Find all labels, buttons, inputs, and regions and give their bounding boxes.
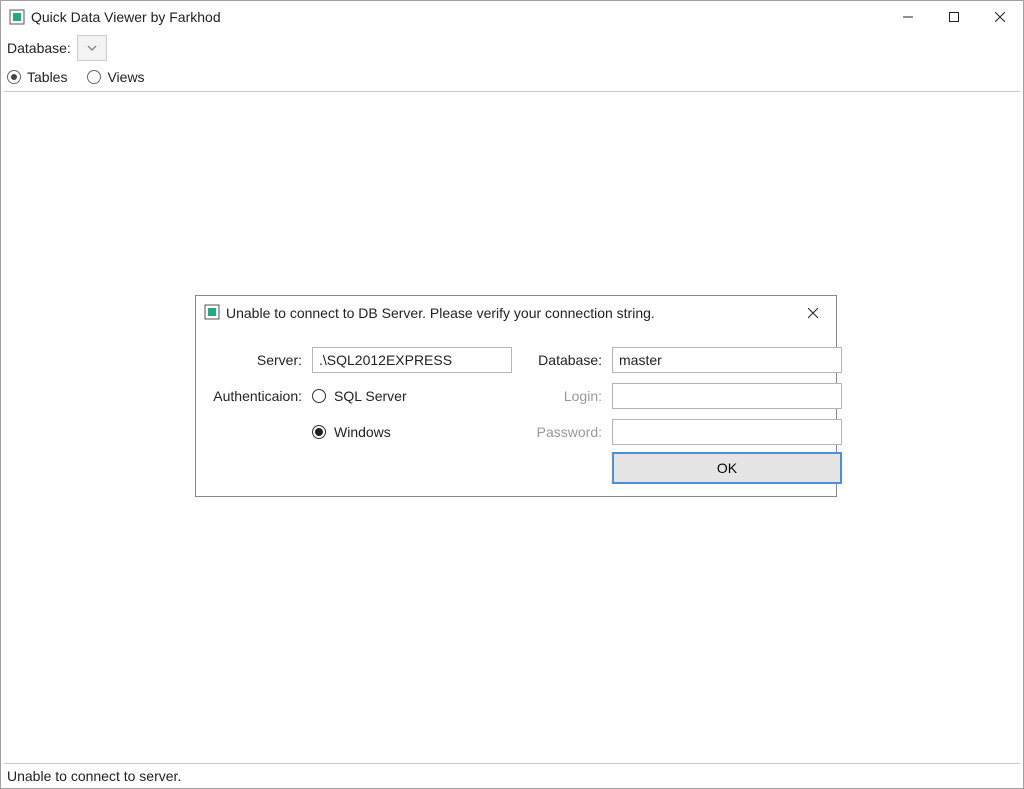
dialog-title: Unable to connect to DB Server. Please v… [226, 305, 784, 321]
titlebar: Quick Data Viewer by Farkhod [1, 1, 1023, 33]
login-input [612, 383, 842, 409]
password-input [612, 419, 842, 445]
server-label: Server: [202, 352, 302, 368]
status-text: Unable to connect to server. [7, 768, 181, 784]
close-icon [808, 308, 818, 318]
auth-windows-radio[interactable]: Windows [312, 424, 512, 440]
connection-dialog: Unable to connect to DB Server. Please v… [195, 295, 837, 497]
login-label: Login: [522, 388, 602, 404]
toolbar: Database: [1, 33, 1023, 63]
radio-views[interactable]: Views [87, 69, 144, 85]
dialog-database-input[interactable] [612, 347, 842, 373]
window-title: Quick Data Viewer by Farkhod [31, 9, 221, 25]
close-button[interactable] [977, 1, 1023, 33]
auth-win-label: Windows [334, 424, 391, 440]
server-input[interactable] [312, 347, 512, 373]
radio-tables-label: Tables [27, 69, 67, 85]
dialog-icon [204, 304, 220, 323]
main-window: Quick Data Viewer by Farkhod Database: T… [0, 0, 1024, 789]
dialog-body: Server: Database: Authenticaion: SQL Ser… [196, 330, 836, 496]
radio-dot-icon [312, 425, 326, 439]
auth-label: Authenticaion: [202, 388, 302, 404]
status-bar: Unable to connect to server. [1, 764, 1023, 788]
object-type-radios: Tables Views [1, 63, 1023, 91]
radio-views-label: Views [107, 69, 144, 85]
dialog-titlebar: Unable to connect to DB Server. Please v… [196, 296, 836, 330]
maximize-button[interactable] [931, 1, 977, 33]
radio-dot-icon [312, 389, 326, 403]
auth-sql-label: SQL Server [334, 388, 407, 404]
app-icon [9, 9, 25, 25]
content-area: Unable to connect to DB Server. Please v… [4, 91, 1020, 764]
radio-tables[interactable]: Tables [7, 69, 67, 85]
chevron-down-icon [87, 43, 97, 53]
database-label: Database: [7, 40, 71, 56]
password-label: Password: [522, 424, 602, 440]
radio-dot-icon [87, 70, 101, 84]
minimize-button[interactable] [885, 1, 931, 33]
auth-sql-radio[interactable]: SQL Server [312, 388, 512, 404]
dialog-database-label: Database: [522, 352, 602, 368]
ok-button[interactable]: OK [612, 452, 842, 484]
dialog-close-button[interactable] [790, 297, 836, 329]
database-dropdown[interactable] [77, 35, 107, 61]
radio-dot-icon [7, 70, 21, 84]
